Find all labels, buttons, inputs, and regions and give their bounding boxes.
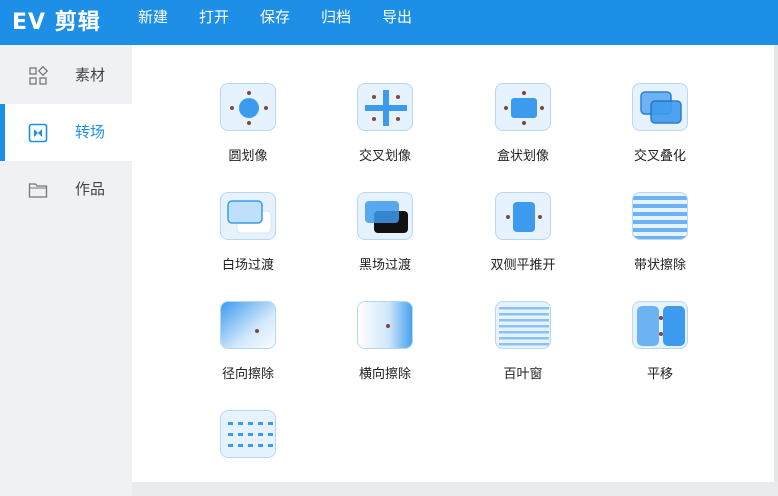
transition-tile[interactable]: 交叉叠化 <box>597 83 717 183</box>
transition-label: 双侧平推开 <box>490 258 556 273</box>
fade-white-icon <box>227 200 272 234</box>
transition-label: 平移 <box>646 367 673 382</box>
dots-grid-icon <box>228 422 273 447</box>
transition-tile[interactable]: 百叶窗 <box>460 301 580 401</box>
transition-thumbnail <box>495 192 551 240</box>
fade-black-icon <box>365 201 408 233</box>
transition-tile[interactable]: 平移 <box>597 301 717 401</box>
menu-save[interactable]: 保存 <box>260 0 290 35</box>
double-push-icon <box>506 202 542 232</box>
transition-thumbnail <box>357 192 413 240</box>
transition-tile[interactable]: 黑场过渡 <box>322 192 442 292</box>
sidebar: 素材 转场 作品 <box>0 45 132 496</box>
transition-thumbnail <box>632 83 688 131</box>
box-wipe-icon <box>504 91 544 125</box>
sidebar-item-transitions[interactable]: 转场 <box>0 104 132 161</box>
transition-thumbnail <box>220 301 276 349</box>
transition-label: 交叉划像 <box>358 149 411 164</box>
transition-label: 交叉叠化 <box>633 149 686 164</box>
cross-wipe-icon <box>365 90 407 126</box>
active-indicator <box>0 104 5 161</box>
transition-label: 白场过渡 <box>221 258 274 273</box>
transition-thumbnail <box>220 192 276 240</box>
sidebar-item-works[interactable]: 作品 <box>0 161 132 218</box>
transition-tile[interactable]: 白场过渡 <box>185 192 305 292</box>
transition-label: 横向擦除 <box>358 367 411 382</box>
transition-tile[interactable]: 交叉划像 <box>322 83 442 183</box>
menu-export[interactable]: 导出 <box>382 0 412 35</box>
sidebar-item-label: 作品 <box>75 180 106 198</box>
cross-dissolve-icon <box>640 91 682 124</box>
menu-open[interactable]: 打开 <box>199 0 229 35</box>
transition-label: 圆划像 <box>228 149 268 164</box>
transition-label: 径向擦除 <box>221 367 274 382</box>
sidebar-item-label: 素材 <box>75 66 106 84</box>
transition-thumbnail <box>357 301 413 349</box>
transition-tile[interactable]: 双侧平推开 <box>460 192 580 292</box>
transition-thumbnail <box>495 83 551 131</box>
transition-thumbnail <box>220 83 276 131</box>
transition-label: 百叶窗 <box>503 367 543 382</box>
app-title: EV 剪辑 <box>12 10 101 35</box>
sidebar-item-label: 转场 <box>75 123 106 141</box>
folder-icon <box>28 183 48 198</box>
panel-footer <box>132 482 778 496</box>
transition-tile[interactable]: 圆划像 <box>185 83 305 183</box>
transition-label: 黑场过渡 <box>358 258 411 273</box>
blinds-icon <box>499 307 549 346</box>
sidebar-item-materials[interactable]: 素材 <box>0 47 132 104</box>
transition-panel: 圆划像 交叉划像 盒状划像 交叉叠化 白场过渡 黑场过渡 双侧平推开 带状擦除 … <box>132 45 774 482</box>
circle-wipe-icon <box>230 91 268 125</box>
transition-icon <box>28 123 48 143</box>
transition-tile[interactable]: 横向擦除 <box>322 301 442 401</box>
menu-archive[interactable]: 归档 <box>321 0 351 35</box>
transition-thumbnail <box>632 301 688 349</box>
transition-label: 盒状划像 <box>496 149 549 164</box>
menu-new[interactable]: 新建 <box>138 0 168 35</box>
transition-thumbnail <box>220 410 276 458</box>
radial-wipe-icon <box>221 302 275 348</box>
transition-tile[interactable]: 带状擦除 <box>597 192 717 292</box>
transition-tile[interactable]: 径向擦除 <box>185 301 305 401</box>
transition-tile[interactable]: 盒状划像 <box>460 83 580 183</box>
panel-border <box>774 45 778 496</box>
transition-thumbnail <box>357 83 413 131</box>
slide-icon <box>637 306 685 346</box>
top-bar: EV 剪辑 新建 打开 保存 归档 导出 <box>0 0 778 45</box>
transition-thumbnail <box>632 192 688 240</box>
transition-label: 带状擦除 <box>633 258 686 273</box>
grid-icon <box>29 66 48 85</box>
band-wipe-icon <box>633 196 687 239</box>
transition-thumbnail <box>495 301 551 349</box>
horizontal-wipe-icon <box>358 302 412 348</box>
